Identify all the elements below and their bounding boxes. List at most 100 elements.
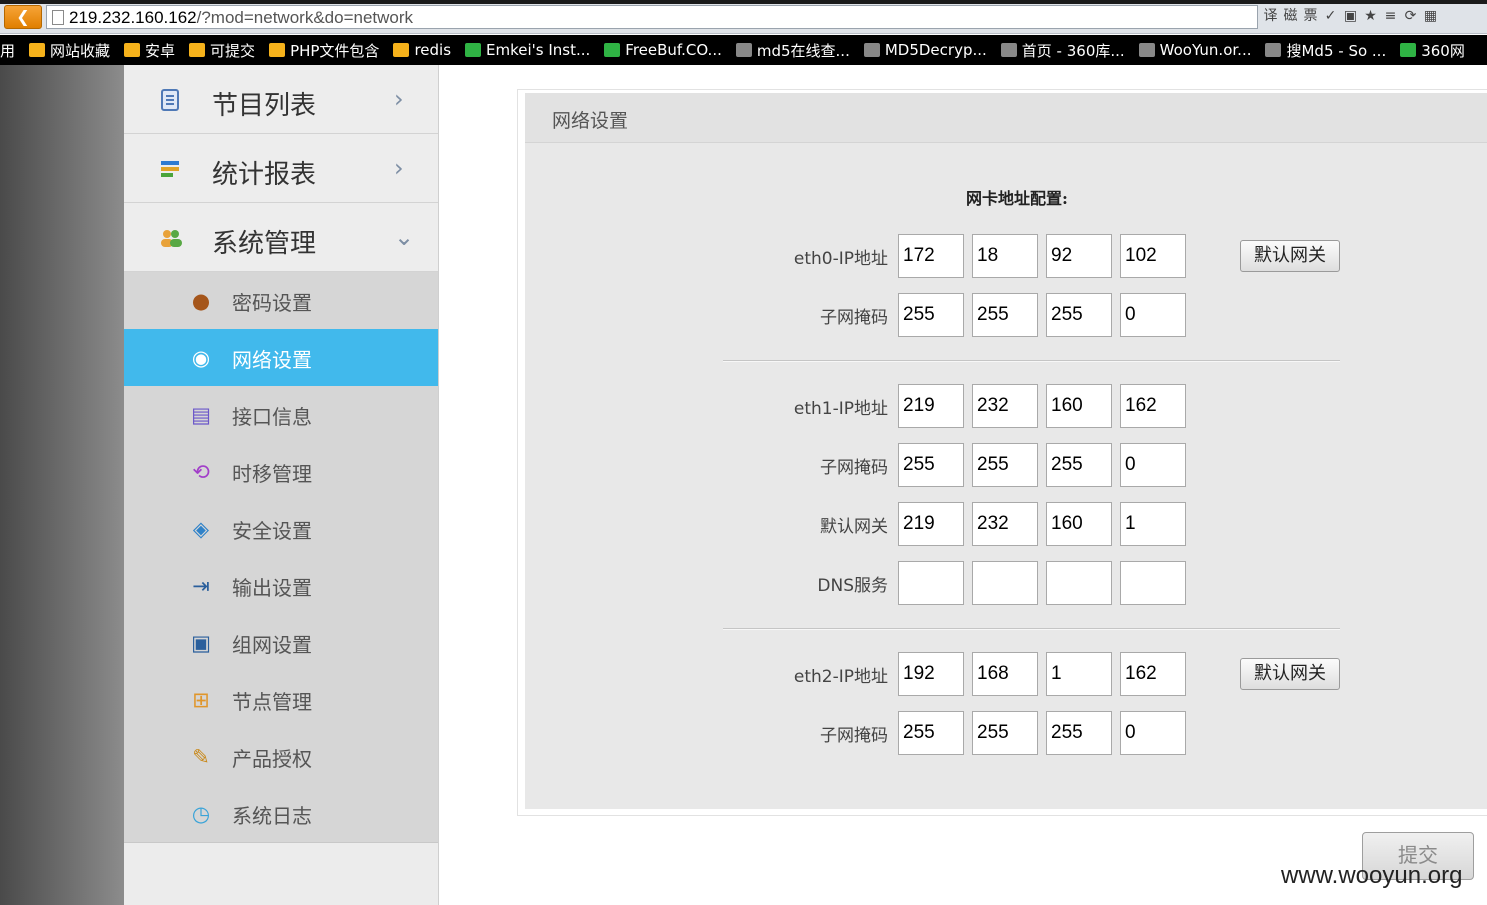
eth2-default-gateway-button[interactable]: 默认网关 xyxy=(1240,658,1340,690)
bookmark-link[interactable]: Emkei's Inst... xyxy=(465,41,590,59)
eth1-ip-octet-2[interactable]: 232 xyxy=(972,384,1038,428)
eth1-ip-octet-4[interactable]: 162 xyxy=(1120,384,1186,428)
bookmark-partial[interactable]: 用 xyxy=(0,40,15,61)
bookmark-link[interactable]: MD5Decryp... xyxy=(863,41,987,59)
section-divider xyxy=(723,360,1340,362)
shield-check-icon[interactable]: ✓ xyxy=(1322,6,1339,26)
bookmark-label: 首页 - 360库... xyxy=(1021,41,1125,60)
sidebar: 节目列表 › 统计报表 › 系统管理 ⌄ ● 密码设置 ◉ 网络设置 ▤ 接口信… xyxy=(124,65,439,905)
eth2-mask-octet-2[interactable]: 255 xyxy=(972,711,1038,755)
eth2-mask-label: 子网掩码 xyxy=(820,726,888,746)
menu-program-list[interactable]: 节目列表 › xyxy=(124,65,438,134)
bookmark-link[interactable]: FreeBuf.CO... xyxy=(604,41,722,59)
bookmark-folder[interactable]: 安卓 xyxy=(124,40,175,61)
sidebar-item-label: 安全设置 xyxy=(232,519,312,543)
eth0-default-gateway-button[interactable]: 默认网关 xyxy=(1240,240,1340,272)
eth2-ip-octet-1[interactable]: 192 xyxy=(898,652,964,696)
eth1-mask-octet-4[interactable]: 0 xyxy=(1120,443,1186,487)
folder-icon xyxy=(124,43,141,57)
eth2-ip-octet-4[interactable]: 162 xyxy=(1120,652,1186,696)
globe-icon: ◉ xyxy=(191,346,211,370)
eth1-gateway-octet-4[interactable]: 1 xyxy=(1120,502,1186,546)
eth2-ip-row: eth2-IP地址 192 168 1 162 默认网关 xyxy=(525,652,1487,696)
refresh-icon[interactable]: ⟳ xyxy=(1402,6,1419,26)
eth1-gateway-octet-1[interactable]: 219 xyxy=(898,502,964,546)
cloud-icon xyxy=(1138,43,1155,57)
sidebar-item-timeshift[interactable]: ⟲ 时移管理 xyxy=(124,443,438,500)
sidebar-item-label: 组网设置 xyxy=(232,633,312,657)
address-bar[interactable]: 219.232.160.162/?mod=network&do=network xyxy=(46,5,1258,29)
eth0-ip-octet-4[interactable]: 102 xyxy=(1120,234,1186,278)
sidebar-item-password[interactable]: ● 密码设置 xyxy=(124,272,438,329)
eth1-mask-octet-2[interactable]: 255 xyxy=(972,443,1038,487)
screen-icon[interactable]: ▣ xyxy=(1342,6,1359,26)
eth1-gateway-octet-3[interactable]: 160 xyxy=(1046,502,1112,546)
sidebar-item-interface[interactable]: ▤ 接口信息 xyxy=(124,386,438,443)
eth1-mask-octet-1[interactable]: 255 xyxy=(898,443,964,487)
menu-icon[interactable]: ≡ xyxy=(1382,6,1399,26)
bookmark-folder[interactable]: redis xyxy=(393,41,451,59)
window-top-strip xyxy=(0,0,1487,4)
favorite-star-icon[interactable]: ★ xyxy=(1362,6,1379,26)
bookmark-folder[interactable]: 可提交 xyxy=(189,40,255,61)
sidebar-item-license[interactable]: ✎ 产品授权 xyxy=(124,728,438,785)
translate-icon[interactable]: 译 xyxy=(1262,6,1279,26)
sidebar-item-networking[interactable]: ▣ 组网设置 xyxy=(124,614,438,671)
star-icon xyxy=(1000,43,1017,57)
eth0-mask-octet-3[interactable]: 255 xyxy=(1046,293,1112,337)
sidebar-item-label: 输出设置 xyxy=(232,576,312,600)
bookmark-link[interactable]: 搜Md5 - So ... xyxy=(1265,40,1386,61)
sidebar-item-syslog[interactable]: ◷ 系统日志 xyxy=(124,785,438,842)
sidebar-item-nodes[interactable]: ⊞ 节点管理 xyxy=(124,671,438,728)
bookmark-link[interactable]: md5在线查... xyxy=(735,40,850,61)
eth2-mask-octet-3[interactable]: 255 xyxy=(1046,711,1112,755)
eth2-mask-octet-4[interactable]: 0 xyxy=(1120,711,1186,755)
eth1-ip-row: eth1-IP地址 219 232 160 162 xyxy=(525,384,1487,428)
shield-icon: ◈ xyxy=(192,517,210,541)
bookmark-link[interactable]: 360网 xyxy=(1400,40,1465,61)
eth0-ip-octet-3[interactable]: 92 xyxy=(1046,234,1112,278)
eth0-mask-row: 子网掩码 255 255 255 0 xyxy=(525,293,1487,337)
bookmark-link[interactable]: 首页 - 360库... xyxy=(1000,40,1125,61)
eth2-ip-octet-3[interactable]: 1 xyxy=(1046,652,1112,696)
eth1-dns-octet-1[interactable] xyxy=(898,561,964,605)
eth2-mask-octet-1[interactable]: 255 xyxy=(898,711,964,755)
sidebar-item-output[interactable]: ⇥ 输出设置 xyxy=(124,557,438,614)
eth1-dns-octet-4[interactable] xyxy=(1120,561,1186,605)
eth1-gateway-label: 默认网关 xyxy=(820,517,888,537)
eth1-ip-octet-1[interactable]: 219 xyxy=(898,384,964,428)
list-icon xyxy=(161,89,179,111)
eth0-ip-octet-1[interactable]: 172 xyxy=(898,234,964,278)
ticket-icon[interactable]: 票 xyxy=(1302,6,1319,26)
sidebar-item-label: 产品授权 xyxy=(232,747,312,771)
back-button[interactable]: ❮ xyxy=(4,5,42,29)
eth0-mask-octet-1[interactable]: 255 xyxy=(898,293,964,337)
eth2-ip-label: eth2-IP地址 xyxy=(793,667,888,687)
eth1-dns-octet-3[interactable] xyxy=(1046,561,1112,605)
menu-system-management[interactable]: 系统管理 ⌄ xyxy=(124,203,438,272)
menu-statistics[interactable]: 统计报表 › xyxy=(124,134,438,203)
url-host: 219.232.160.162 xyxy=(69,8,197,27)
eth1-dns-octet-2[interactable] xyxy=(972,561,1038,605)
chevron-right-icon: › xyxy=(394,85,404,113)
eth1-ip-octet-3[interactable]: 160 xyxy=(1046,384,1112,428)
eth0-ip-octet-2[interactable]: 18 xyxy=(972,234,1038,278)
eth1-mask-octet-3[interactable]: 255 xyxy=(1046,443,1112,487)
bookmark-folder[interactable]: PHP文件包含 xyxy=(269,40,379,61)
section-divider xyxy=(723,628,1340,630)
bookmark-label: redis xyxy=(414,41,452,59)
magnet-icon[interactable]: 磁 xyxy=(1282,6,1299,26)
toolbar-icons: 译 磁 票 ✓ ▣ ★ ≡ ⟳ ▦ xyxy=(1262,6,1439,28)
eth2-ip-octet-2[interactable]: 168 xyxy=(972,652,1038,696)
extension-icon[interactable]: ▦ xyxy=(1422,6,1439,26)
eth1-mask-row: 子网掩码 255 255 255 0 xyxy=(525,443,1487,487)
sidebar-item-security[interactable]: ◈ 安全设置 xyxy=(124,500,438,557)
eth0-mask-octet-2[interactable]: 255 xyxy=(972,293,1038,337)
bookmark-link[interactable]: WooYun.or... xyxy=(1138,41,1251,59)
eth1-gateway-octet-2[interactable]: 232 xyxy=(972,502,1038,546)
report-icon xyxy=(161,161,179,177)
sidebar-item-network[interactable]: ◉ 网络设置 xyxy=(124,329,438,386)
bookmark-folder[interactable]: 网站收藏 xyxy=(29,40,110,61)
export-icon: ⇥ xyxy=(192,574,210,598)
eth0-mask-octet-4[interactable]: 0 xyxy=(1120,293,1186,337)
